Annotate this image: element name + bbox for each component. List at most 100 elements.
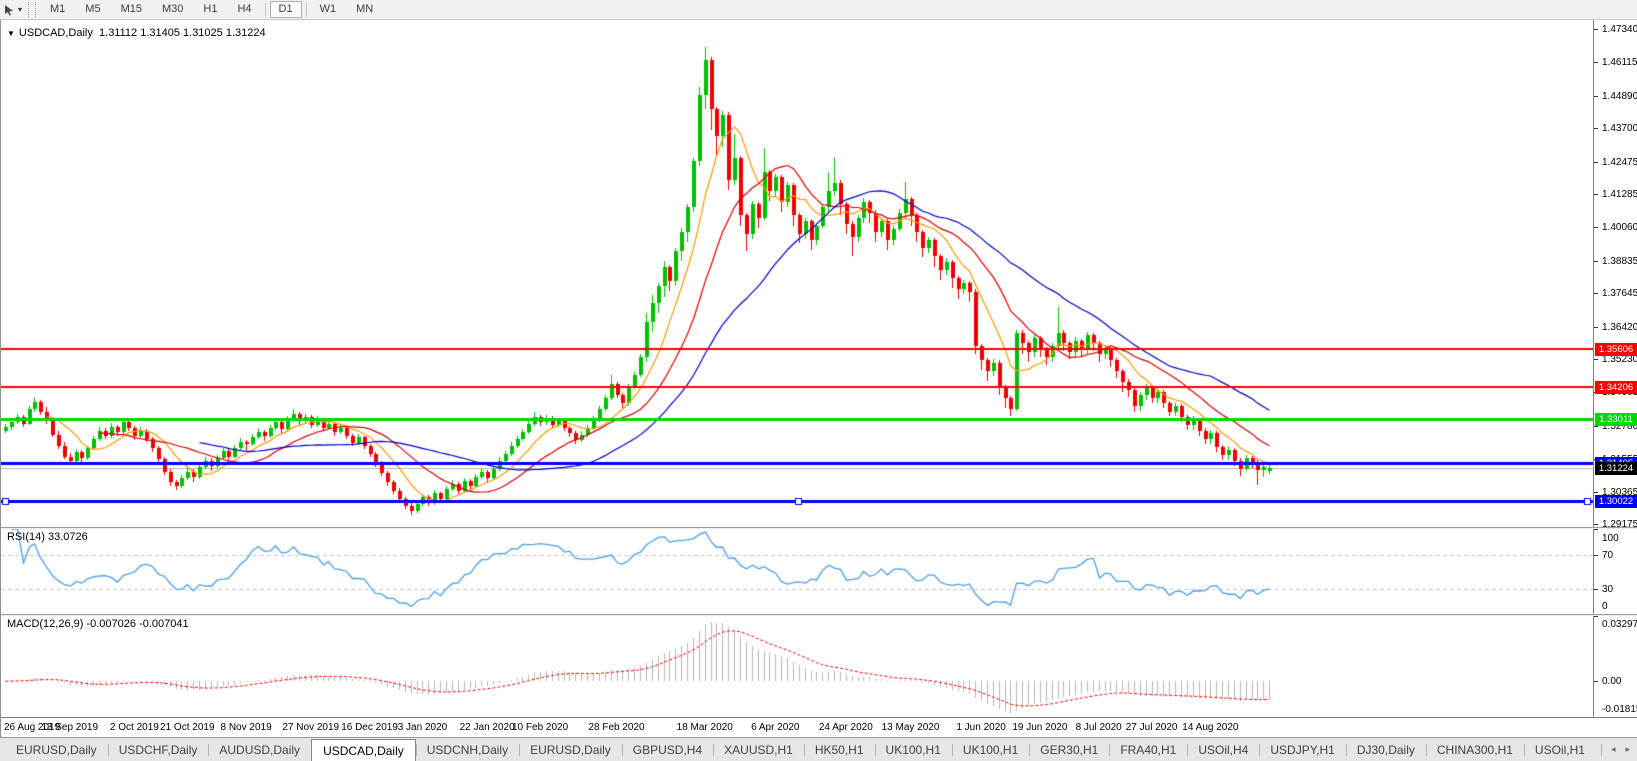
chart-tab-usdcad-daily[interactable]: USDCAD,Daily — [311, 739, 416, 761]
axis-tick-mark — [1594, 529, 1598, 530]
chart-tab-bar: EURUSD,Daily USDCHF,Daily AUDUSD,Daily USDC… — [0, 737, 1637, 761]
tab-divider — [874, 744, 876, 756]
timeframe-button-w1[interactable]: W1 — [311, 1, 346, 18]
tab-scroll-right-icon[interactable]: ▸ — [1620, 744, 1635, 755]
time-axis-label: 24 Apr 2020 — [818, 722, 873, 733]
tab-label: USDCHF,Daily — [118, 743, 198, 757]
chart-tab-ger30-h1[interactable]: GER30,H1 — [1029, 738, 1109, 761]
chart-window: ▼ USDCAD,Daily 1.31112 1.31405 1.31025 1.… — [0, 20, 1637, 737]
timeframe-button-h4[interactable]: H4 — [228, 1, 260, 18]
tab-divider — [1425, 744, 1427, 756]
timeframe-button-m5[interactable]: M5 — [76, 1, 109, 18]
tab-label: USDCNH,Daily — [426, 743, 509, 757]
tab-divider — [519, 744, 521, 756]
timeframe-button-m15[interactable]: M15 — [112, 1, 151, 18]
time-axis-label: 2 Oct 2019 — [109, 722, 159, 733]
axis-tick-mark — [1594, 524, 1598, 525]
axis-tick-label: -0.018154 — [1602, 704, 1637, 715]
current-price-badge: 1.31224 — [1595, 462, 1637, 475]
axis-tick-mark — [1594, 589, 1598, 590]
timeframe-buttons: M1 M5 M15 M30 H1 H4 D1 W1 MN — [40, 1, 383, 18]
chart-tab-fra40-h1[interactable]: FRA40,H1 — [1109, 738, 1187, 761]
chevron-down-icon[interactable]: ▾ — [18, 5, 26, 14]
tab-divider — [208, 744, 210, 756]
tab-divider — [1345, 744, 1347, 756]
time-axis-label: 18 Mar 2020 — [676, 722, 733, 733]
axis-tick-label: 1.43700 — [1602, 123, 1637, 134]
tab-divider — [803, 744, 805, 756]
chart-tab-xauusd-h1[interactable]: XAUUSD,H1 — [713, 738, 804, 761]
axis-tick-mark — [1594, 426, 1598, 427]
axis-tick-label: 1.40060 — [1602, 222, 1637, 233]
tab-divider — [1109, 744, 1111, 756]
axis-tick-mark — [1594, 293, 1598, 294]
chart-tab-uk100-h1[interactable]: UK100,H1 — [951, 738, 1029, 761]
axis-tick-mark — [1594, 681, 1598, 682]
axis-tick-label: 1.41285 — [1602, 189, 1637, 200]
chart-tab-hk50-h1[interactable]: HK50,H1 — [803, 738, 875, 761]
tab-label: DJ30,Daily — [1356, 743, 1415, 757]
timeframe-button-m1[interactable]: M1 — [41, 1, 74, 18]
axis-tick-mark — [1594, 616, 1598, 617]
axis-tick-label: 1.42475 — [1602, 157, 1637, 168]
axis-tick-label: 0 — [1602, 601, 1608, 612]
cursor-tool-icon[interactable] — [0, 1, 18, 18]
chart-tab-eurusd-daily[interactable]: EURUSD,Daily — [5, 738, 108, 761]
axis-tick-label: 30 — [1602, 584, 1614, 595]
time-axis-label: 27 Nov 2019 — [282, 722, 340, 733]
time-axis-label: 16 Dec 2019 — [341, 722, 398, 733]
collapse-arrow-icon[interactable]: ▼ — [7, 29, 15, 38]
axis-tick-mark — [1594, 128, 1598, 129]
time-axis-label: 1 Jun 2020 — [956, 722, 1006, 733]
time-axis-label: 21 Oct 2019 — [160, 722, 215, 733]
macd-indicator-label: MACD(12,26,9) -0.007026 -0.007041 — [7, 618, 189, 630]
chart-symbol-label: USDCAD,Daily — [18, 27, 93, 39]
tab-divider — [1187, 744, 1189, 756]
cursor-icon — [5, 4, 13, 16]
timeframe-button-h1[interactable]: H1 — [194, 1, 226, 18]
time-axis-border — [1, 717, 1637, 718]
trading-terminal-window: ▾ M1 M5 M15 M30 H1 H4 D1 W1 MN ▼ USDCAD,Daily 1.3… — [0, 0, 1637, 761]
time-axis-label: 3 Jan 2020 — [397, 722, 448, 733]
tab-divider — [1029, 744, 1031, 756]
timeframe-button-d1[interactable]: D1 — [269, 1, 302, 18]
tab-scroll-arrows: ◂ ▸ — [1600, 738, 1635, 761]
timeframe-button-mn[interactable]: MN — [347, 1, 382, 18]
chart-tab-dj30-daily[interactable]: DJ30,Daily — [1345, 738, 1426, 761]
rsi-indicator-label: RSI(14) 33.0726 — [7, 531, 88, 543]
axis-tick-mark — [1594, 227, 1598, 228]
tab-divider — [415, 744, 417, 756]
time-axis-label: 22 Jan 2020 — [459, 722, 515, 733]
time-axis-label: 10 Feb 2020 — [511, 722, 569, 733]
chart-tab-usoil-h4[interactable]: USOil,H4 — [1187, 738, 1259, 761]
chart-tab-uk100-h1[interactable]: UK100,H1 — [874, 738, 952, 761]
chart-tab-usdcnh-daily[interactable]: USDCNH,Daily — [415, 738, 519, 761]
chart-tab-usoil-h1[interactable]: USOil,H1 — [1523, 738, 1596, 761]
axis-tick-mark — [1594, 62, 1598, 63]
toolbar-grip-handle[interactable] — [28, 2, 37, 17]
timeframe-toolbar: ▾ M1 M5 M15 M30 H1 H4 D1 W1 MN — [0, 0, 1637, 20]
toolbar-separator — [264, 2, 266, 17]
tab-label: USDJPY,H1 — [1270, 743, 1335, 757]
axis-tick-label: 1.37645 — [1602, 288, 1637, 299]
chart-tab-eurusd-daily[interactable]: EURUSD,Daily — [519, 738, 622, 761]
tab-label: UK100,H1 — [962, 743, 1019, 757]
timeframe-button-m30[interactable]: M30 — [153, 1, 192, 18]
chart-tab-usdjpy-h1[interactable]: USDJPY,H1 — [1259, 738, 1345, 761]
tab-scroll-left-icon[interactable]: ◂ — [1606, 744, 1621, 755]
tab-label: GER30,H1 — [1040, 743, 1099, 757]
chart-tab-china300-h1[interactable]: CHINA300,H1 — [1425, 738, 1524, 761]
chart-tab-audusd-daily[interactable]: AUDUSD,Daily — [208, 738, 311, 761]
axis-tick-mark — [1594, 162, 1598, 163]
axis-tick-label: 100 — [1602, 533, 1619, 544]
axis-tick-mark — [1594, 194, 1598, 195]
tab-divider — [951, 744, 953, 756]
axis-tick-mark — [1594, 359, 1598, 360]
chart-tab-usdchf-daily[interactable]: USDCHF,Daily — [107, 738, 209, 761]
time-axis-label: 27 Jul 2020 — [1125, 722, 1178, 733]
price-level-badge: 1.34206 — [1595, 381, 1637, 394]
tab-label: CHINA300,H1 — [1436, 743, 1513, 757]
tab-label: GBPUSD,H4 — [632, 743, 703, 757]
chart-ohlc-values: 1.31112 1.31405 1.31025 1.31224 — [99, 27, 266, 39]
chart-tab-gbpusd-h4[interactable]: GBPUSD,H4 — [621, 738, 713, 761]
